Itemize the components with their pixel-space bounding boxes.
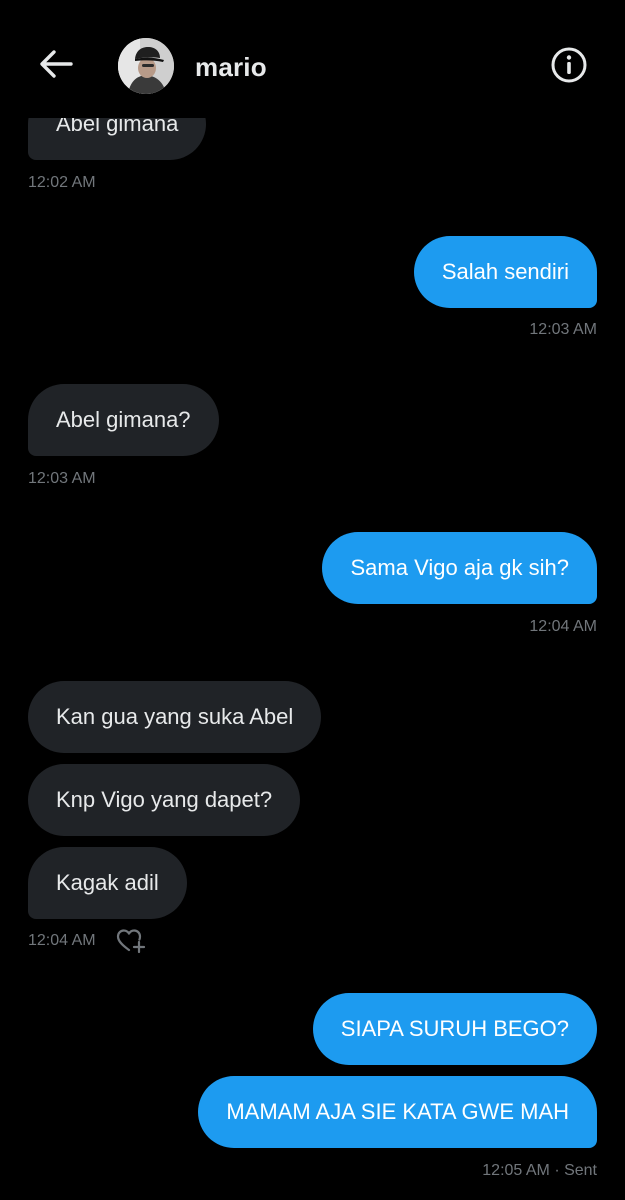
message-bubble-outgoing[interactable]: Salah sendiri [413, 236, 597, 308]
message-text: SIAPA SURUH BEGO? [340, 1016, 569, 1041]
message-text: Knp Vigo yang dapet? [56, 787, 273, 812]
message-bubble-outgoing[interactable]: Sama Vigo aja gk sih? [322, 532, 597, 604]
message-text: Sama Vigo aja gk sih? [350, 555, 569, 580]
message-text: Kagak adil [56, 870, 159, 895]
message-bubble-incoming[interactable]: Kan gua yang suka Abel [28, 681, 322, 753]
message-text: Abel gimana? [56, 407, 191, 432]
message-timestamp: 12:04 AM [529, 618, 597, 635]
message-timestamp: 12:03 AM [529, 321, 597, 338]
message-text: Kan gua yang suka Abel [56, 704, 294, 729]
back-button[interactable] [32, 44, 80, 88]
message-bubble-incoming[interactable]: Knp Vigo yang dapet? [28, 764, 301, 836]
message-text: Salah sendiri [441, 259, 569, 284]
message-timestamp: 12:02 AM [28, 174, 96, 191]
message-bubble-incoming[interactable]: Abel gimana? [28, 384, 219, 456]
message-timestamp: 12:03 AM [28, 470, 96, 487]
message-bubble-incoming[interactable]: Kagak adil [28, 847, 187, 919]
info-circle-icon [550, 46, 588, 89]
avatar[interactable] [118, 38, 174, 94]
message-text: MAMAM AJA SIE KATA GWE MAH [226, 1099, 569, 1124]
conversation-title[interactable]: mario [195, 52, 267, 83]
message-bubble-outgoing[interactable]: MAMAM AJA SIE KATA GWE MAH [198, 1076, 597, 1148]
message-list: Abel gimana 12:02 AM Salah sendiri 12:03… [0, 0, 625, 1200]
conversation-header: mario [0, 0, 625, 118]
message-timestamp: 12:05 AM · Sent [482, 1162, 597, 1179]
message-bubble-outgoing[interactable]: SIAPA SURUH BEGO? [312, 993, 597, 1065]
heart-add-icon[interactable] [116, 928, 146, 954]
info-button[interactable] [546, 44, 592, 90]
message-timestamp: 12:04 AM [28, 932, 96, 949]
arrow-left-icon [38, 49, 74, 84]
